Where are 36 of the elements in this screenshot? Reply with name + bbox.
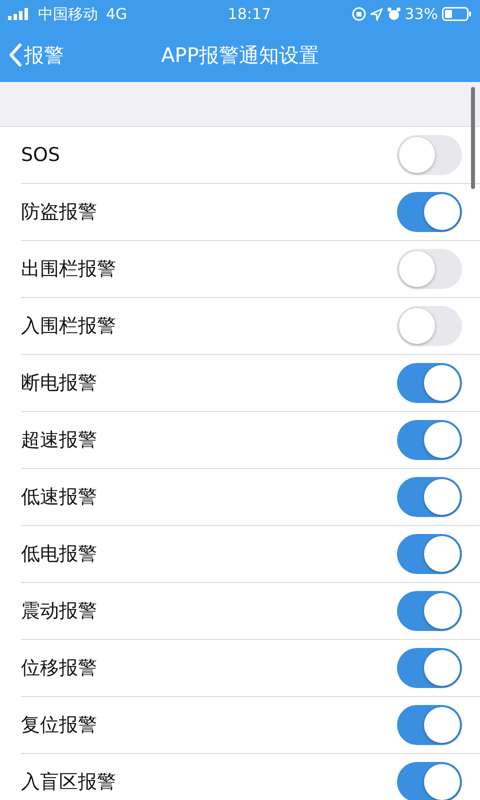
setting-label: 低电报警: [21, 542, 97, 567]
back-chevron-icon: [8, 43, 22, 67]
battery-icon: [442, 7, 472, 21]
setting-label: 超速报警: [21, 428, 97, 453]
toggle-switch[interactable]: [397, 363, 462, 403]
setting-label: SOS: [21, 142, 60, 168]
battery-percent: 33%: [404, 4, 438, 25]
network-type: 4G: [106, 4, 128, 25]
setting-label: 复位报警: [21, 712, 97, 738]
toggle-switch[interactable]: [397, 306, 462, 346]
setting-label: 出围栏报警: [21, 256, 116, 282]
location-icon: [370, 8, 383, 20]
setting-label: 断电报警: [21, 370, 97, 396]
toggle-switch[interactable]: [397, 762, 462, 800]
orientation-lock-icon: [352, 7, 366, 21]
setting-label: 入盲区报警: [21, 770, 116, 795]
toggle-switch[interactable]: [397, 648, 462, 688]
toggle-switch[interactable]: [397, 135, 462, 175]
toggle-switch[interactable]: [397, 249, 462, 289]
signal-icon: [8, 8, 30, 20]
clock-time: 18:17: [228, 4, 272, 25]
back-button[interactable]: 报警: [8, 40, 64, 70]
setting-label: 防盗报警: [21, 200, 97, 225]
toggle-switch[interactable]: [397, 192, 462, 232]
setting-label: 震动报警: [21, 598, 97, 624]
toggle-switch[interactable]: [397, 534, 462, 574]
alarm-icon: [386, 7, 401, 21]
carrier-name: 中国移动: [38, 4, 98, 25]
setting-label: 低速报警: [21, 484, 97, 510]
page-title: APP报警通知设置: [161, 42, 319, 69]
toggle-switch[interactable]: [397, 477, 462, 517]
setting-label: 位移报警: [21, 656, 97, 681]
toggle-switch[interactable]: [397, 591, 462, 631]
toggle-switch[interactable]: [397, 705, 462, 745]
setting-label: 入围栏报警: [21, 314, 116, 339]
toggle-switch[interactable]: [397, 420, 462, 460]
